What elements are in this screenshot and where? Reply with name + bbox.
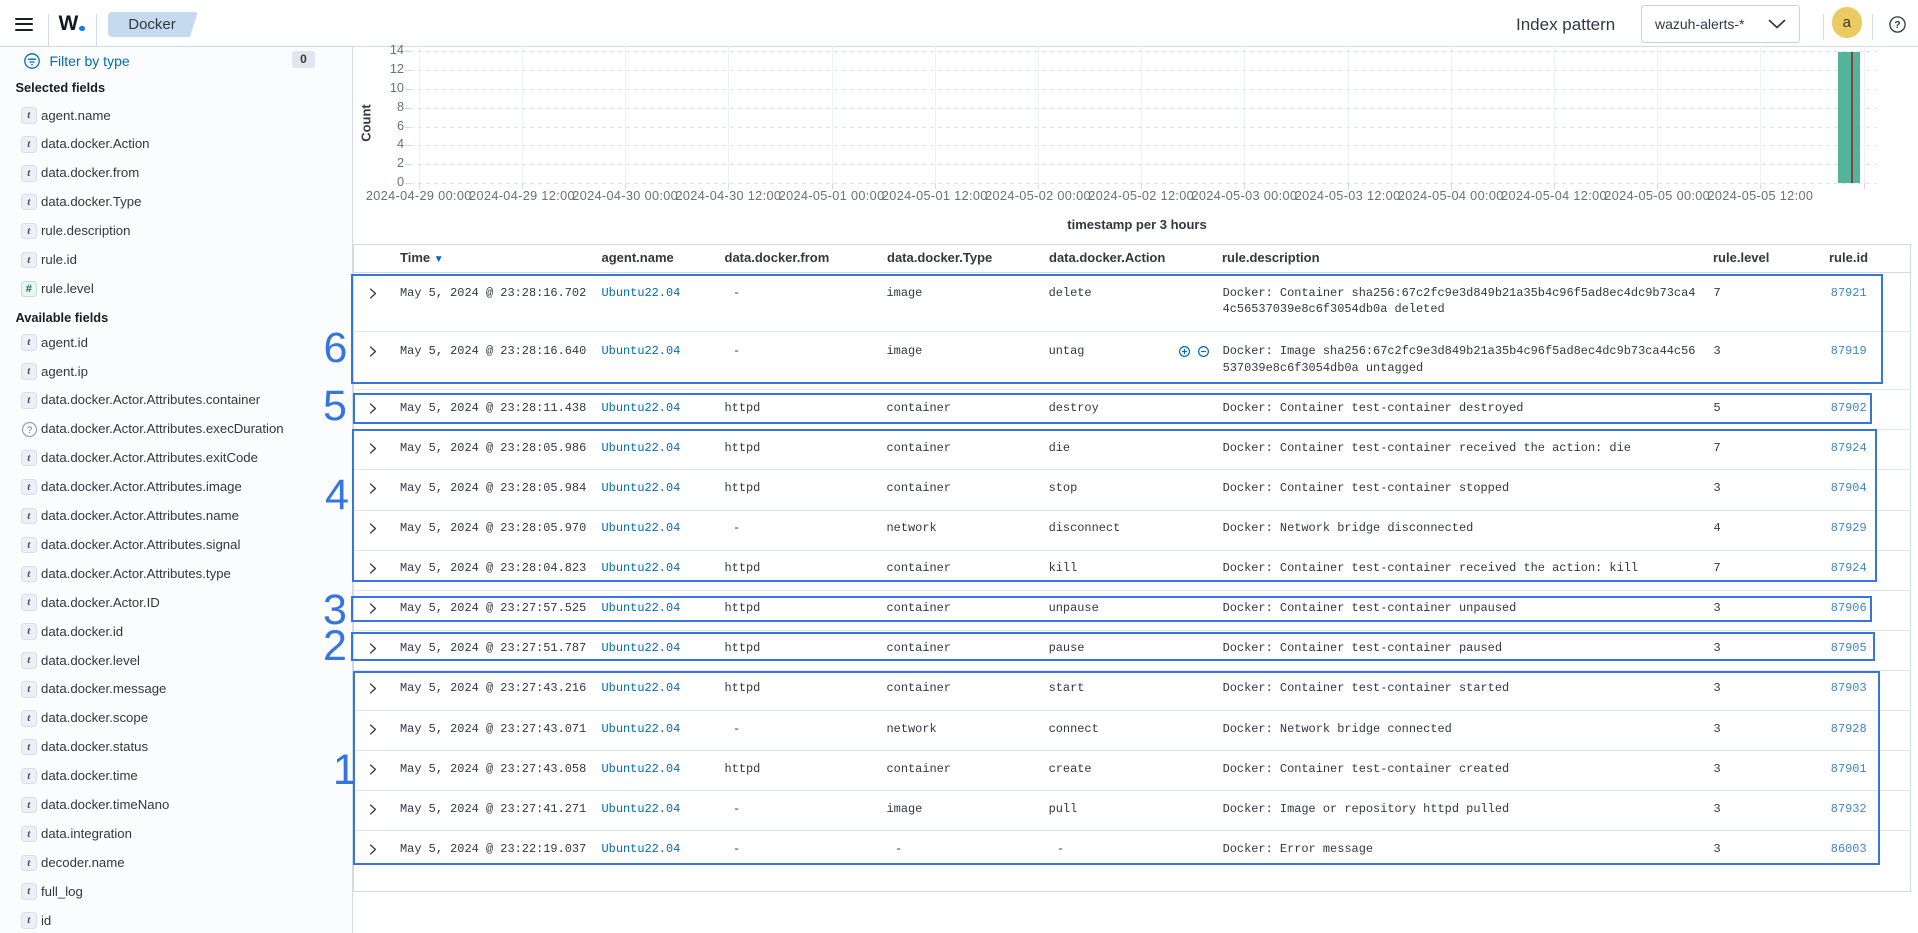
svg-text:?: ? xyxy=(26,425,31,436)
svg-text:?: ? xyxy=(1894,19,1900,31)
